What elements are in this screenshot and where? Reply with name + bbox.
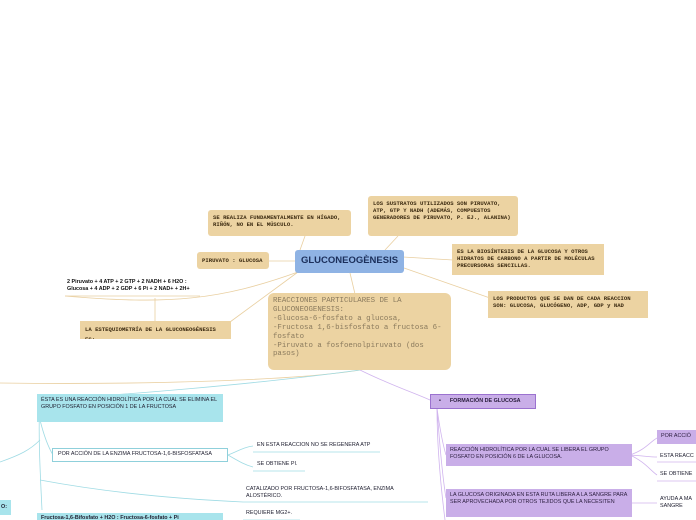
left-hydrolytic-node[interactable]: ÉSTA ES UNA REACCIÓN HIDROLÍTICA POR LA …: [37, 394, 223, 422]
mg-text[interactable]: REQUIERE MG2+.: [246, 510, 316, 519]
right-cut-node-2[interactable]: ESTA REACC: [660, 453, 696, 462]
obtains-pi-text[interactable]: SE OBTIENE PI.: [257, 461, 317, 470]
right-cut-node-1[interactable]: POR ACCIÓ: [657, 430, 696, 444]
glucose-release-node[interactable]: LA GLUCOSA ORIGINADA EN ESTA RUTA LIBERA…: [446, 489, 632, 517]
products-node[interactable]: LOS PRODUCTOS QUE SE DAN DE CADA REACCIO…: [488, 291, 648, 318]
definition-node[interactable]: ES LA BIOSÍNTESIS DE LA GLUCOSA Y OTROS …: [452, 244, 604, 275]
fructose-equation-node[interactable]: Fructosa-1,6-Bifosfato + H2O : Fructosa-…: [37, 513, 223, 520]
substrates-node[interactable]: LOS SUSTRATOS UTILIZADOS SON PIRUVATO, A…: [368, 196, 518, 236]
enzyme-action-node[interactable]: POR ACCIÓN DE LA ENZIMA FRUCTOSA-1,6-BIS…: [52, 448, 228, 462]
glucose-formation-node[interactable]: FORMACIÓN DE GLUCOSA: [430, 394, 536, 409]
catalyzed-text[interactable]: CATALIZADO POR FRUCTOSA-1,6-BIFOSFATASA,…: [246, 486, 426, 501]
pyruvate-glucose-node[interactable]: PIRUVATO : GLUCOSA: [197, 252, 269, 269]
stoichiometry-node[interactable]: LA ESTEQUIOMETRÍA DE LA GLUCONEOGÉNESIS …: [80, 321, 231, 339]
right-cut-node-3[interactable]: SE OBTIENE: [660, 471, 696, 480]
right-hydrolytic-node[interactable]: REACCIÓN HIDROLÍTICA POR LA CUAL SE LIBE…: [446, 444, 632, 466]
right-cut-node-4[interactable]: AYUDA A MA SANGRE: [660, 496, 696, 512]
particular-reactions-node[interactable]: REACCIONES PARTICULARES DE LA GLUCONEOGE…: [268, 293, 451, 370]
no-atp-text[interactable]: EN ESTA REACCIÓN NO SE REGENERA ATP: [257, 442, 387, 451]
left-cut-node[interactable]: O:: [0, 500, 11, 515]
equation-text[interactable]: 2 Piruvato + 4 ATP + 2 GTP + 2 NADH + 6 …: [67, 279, 237, 295]
hepatic-location-node[interactable]: SE REALIZA FUNDAMENTALMENTE EN HÍGADO, R…: [208, 210, 351, 236]
central-topic[interactable]: GLUCONEOGÈNESIS: [295, 250, 404, 273]
